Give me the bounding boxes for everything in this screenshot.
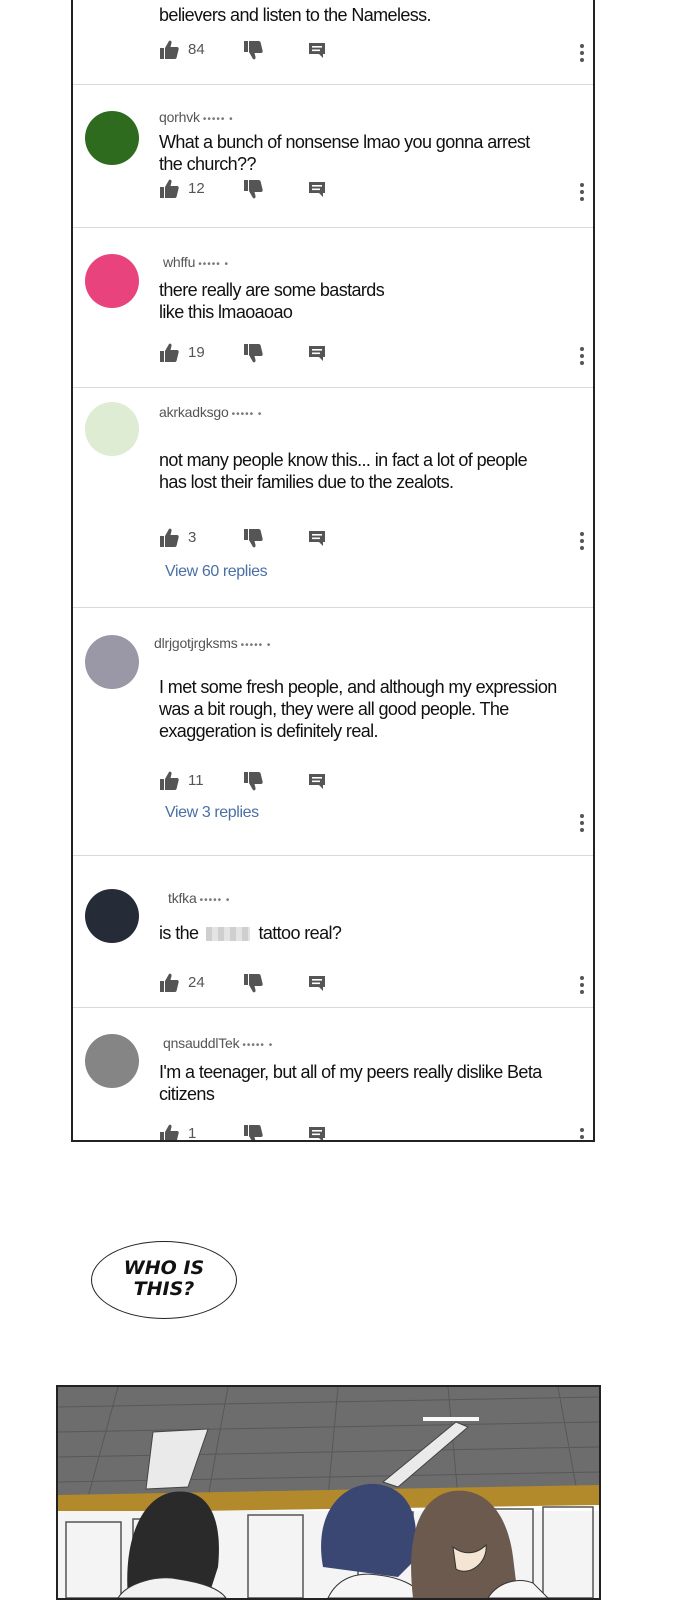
reply-icon[interactable] [307, 528, 327, 553]
comment-username[interactable]: qnsauddlTek ••••• • [163, 1035, 273, 1051]
comment-username[interactable]: tkfka ••••• • [168, 890, 230, 906]
thumbs-down-icon[interactable] [243, 40, 263, 65]
thumbs-up-icon[interactable] [159, 343, 179, 368]
thumbs-up-icon[interactable] [159, 40, 179, 65]
like-count: 11 [188, 772, 204, 789]
comment-item: believers and listen to the Nameless. 84 [73, 0, 593, 85]
comment-text: I met some fresh people, and although my… [159, 677, 557, 741]
like-count: 1 [188, 1125, 197, 1142]
reply-icon[interactable] [307, 973, 327, 998]
username-mask: ••••• • [199, 895, 231, 906]
comment-item: tkfka ••••• • is the tattoo real? 24 [73, 856, 593, 1008]
comment-section: believers and listen to the Nameless. 84… [71, 0, 595, 1142]
more-vert-icon[interactable] [580, 814, 585, 835]
thumbs-up-icon[interactable] [159, 528, 179, 553]
thumbs-up-icon[interactable] [159, 1124, 179, 1140]
thumbs-down-icon[interactable] [243, 343, 263, 368]
more-vert-icon[interactable] [580, 183, 585, 204]
comment-actions: 19 [159, 343, 339, 367]
view-replies-link[interactable]: View 60 replies [165, 563, 268, 581]
thumbs-up-icon[interactable] [159, 179, 179, 204]
like-count: 3 [188, 529, 197, 546]
speech-bubble-text: WHO IS THIS? [123, 1257, 205, 1300]
reply-icon[interactable] [307, 771, 327, 796]
avatar [85, 1034, 139, 1088]
avatar [85, 402, 139, 456]
comment-item: akrkadksgo ••••• • not many people know t… [73, 388, 593, 608]
like-count: 19 [188, 344, 205, 361]
more-vert-icon[interactable] [580, 347, 585, 368]
comment-actions: 11 [159, 771, 339, 795]
thumbs-down-icon[interactable] [243, 528, 263, 553]
username-mask: ••••• • [242, 1040, 274, 1051]
comment-actions: 84 [159, 40, 339, 64]
speech-bubble: WHO IS THIS? [91, 1241, 237, 1319]
reply-icon[interactable] [307, 179, 327, 204]
thumbs-down-icon[interactable] [243, 1124, 263, 1140]
comment-actions: 3 [159, 528, 339, 552]
username-mask: ••••• • [202, 114, 234, 125]
thumbs-down-icon[interactable] [243, 179, 263, 204]
like-count: 12 [188, 180, 205, 197]
like-count: 84 [188, 41, 205, 58]
comment-text: I'm a teenager, but all of my peers real… [159, 1062, 542, 1104]
thumbs-down-icon[interactable] [243, 771, 263, 796]
more-vert-icon[interactable] [580, 44, 585, 65]
avatar [85, 635, 139, 689]
comment-username[interactable]: dlrjgotjrgksms ••••• • [154, 635, 271, 651]
more-vert-icon[interactable] [580, 1128, 585, 1140]
username-mask: ••••• • [231, 409, 263, 420]
like-count: 24 [188, 974, 205, 991]
reply-icon[interactable] [307, 343, 327, 368]
reply-icon[interactable] [307, 1124, 327, 1140]
comment-item: qorhvk ••••• • What a bunch of nonsense l… [73, 85, 593, 228]
comment-actions: 24 [159, 973, 339, 997]
thumbs-up-icon[interactable] [159, 973, 179, 998]
comment-item: whffu ••••• • there really are some basta… [73, 228, 593, 388]
comment-item: dlrjgotjrgksms ••••• • I met some fresh p… [73, 608, 593, 856]
more-vert-icon[interactable] [580, 976, 585, 997]
comment-text: What a bunch of nonsense lmao you gonna … [159, 132, 530, 174]
avatar [85, 254, 139, 308]
username-mask: ••••• • [198, 259, 230, 270]
thumbs-up-icon[interactable] [159, 771, 179, 796]
thumbs-down-icon[interactable] [243, 973, 263, 998]
comment-item: qnsauddlTek ••••• • I'm a teenager, but a… [73, 1008, 593, 1142]
comment-actions: 12 [159, 179, 339, 203]
comment-text: not many people know this... in fact a l… [159, 450, 528, 492]
comic-panel-illustration [56, 1385, 601, 1600]
comment-text: is the tattoo real? [159, 923, 342, 943]
comment-username[interactable]: qorhvk ••••• • [159, 109, 234, 125]
view-replies-link[interactable]: View 3 replies [165, 804, 259, 822]
reply-icon[interactable] [307, 40, 327, 65]
username-mask: ••••• • [240, 640, 272, 651]
comment-actions: 1 [159, 1124, 339, 1142]
comment-username[interactable]: akrkadksgo ••••• • [159, 404, 262, 420]
comment-text: there really are some bastards like this… [159, 280, 385, 322]
classroom-scene-illustration [58, 1387, 599, 1598]
avatar [85, 111, 139, 165]
comment-username[interactable]: whffu ••••• • [163, 254, 229, 270]
avatar [85, 889, 139, 943]
more-vert-icon[interactable] [580, 532, 585, 553]
comment-text: believers and listen to the Nameless. [159, 5, 432, 25]
redacted-word [206, 927, 251, 942]
